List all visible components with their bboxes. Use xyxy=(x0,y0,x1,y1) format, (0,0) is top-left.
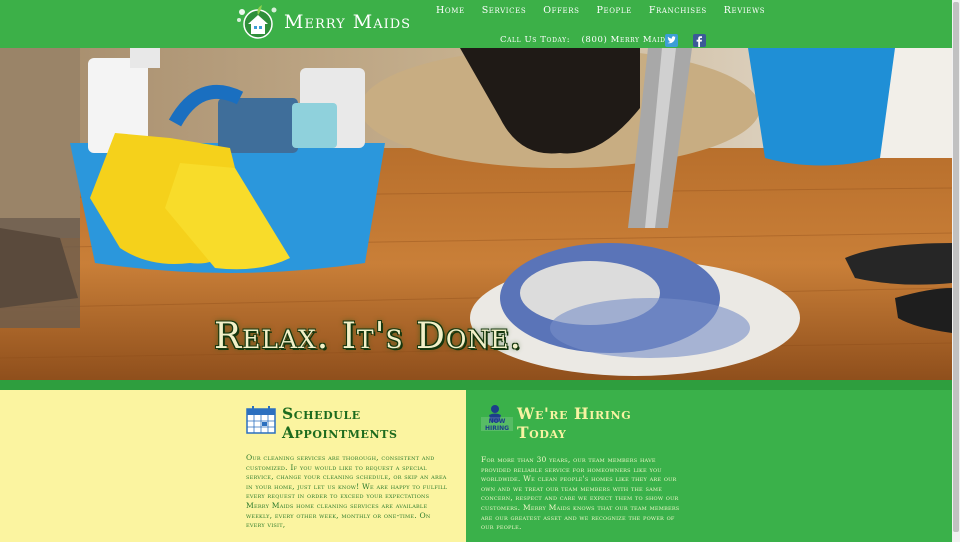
svg-text:HIRING: HIRING xyxy=(485,425,509,432)
page: Merry Maids Home Services Offers People … xyxy=(0,0,952,542)
nav-services[interactable]: Services xyxy=(482,5,527,16)
svg-text:NOW: NOW xyxy=(489,418,506,425)
hero-tagline: Relax. It's Done. xyxy=(214,316,522,357)
now-hiring-icon: NOW HIRING xyxy=(481,405,513,432)
nav-reviews[interactable]: Reviews xyxy=(724,5,765,16)
brand-name: Merry Maids xyxy=(284,11,412,33)
calendar-icon xyxy=(246,406,276,434)
schedule-body: Our cleaning services are thorough, cons… xyxy=(246,453,448,530)
call-us: Call Us Today: (800) Merry Maids xyxy=(500,35,670,45)
schedule-title[interactable]: Schedule Appointments xyxy=(282,404,452,442)
scrollbar-thumb[interactable] xyxy=(953,2,959,532)
green-divider xyxy=(0,380,952,390)
hiring-title[interactable]: We're Hiring Today xyxy=(517,404,677,442)
hiring-body: For more than 30 years, our team members… xyxy=(481,455,680,532)
nav-home[interactable]: Home xyxy=(436,5,465,16)
scrollbar[interactable] xyxy=(952,0,960,542)
hero-banner: Relax. It's Done. xyxy=(0,48,952,380)
phone-number[interactable]: (800) Merry Maids xyxy=(582,35,671,45)
nav-people[interactable]: People xyxy=(597,5,632,16)
nav-offers[interactable]: Offers xyxy=(543,5,579,16)
twitter-icon[interactable] xyxy=(665,34,678,47)
site-header: Merry Maids Home Services Offers People … xyxy=(0,0,952,48)
logo[interactable]: Merry Maids xyxy=(234,2,424,42)
facebook-icon[interactable] xyxy=(693,34,706,47)
nav-franchises[interactable]: Franchises xyxy=(649,5,707,16)
call-label: Call Us Today: xyxy=(500,35,571,45)
main-nav: Home Services Offers People Franchises R… xyxy=(436,5,782,16)
house-logo-icon xyxy=(237,5,277,39)
